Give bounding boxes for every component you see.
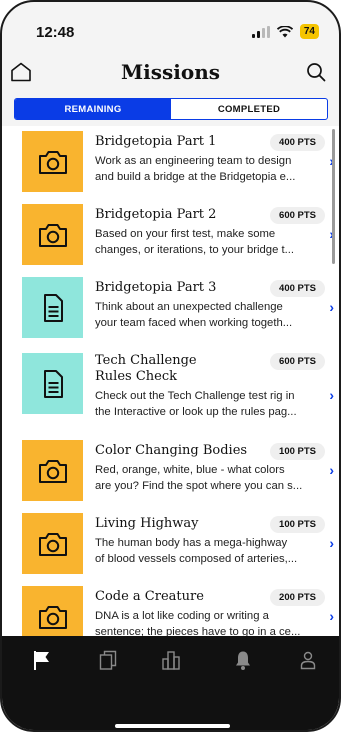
document-icon xyxy=(43,369,63,398)
mission-description: Work as an engineering team to design and… xyxy=(95,155,296,183)
mission-title: Bridgetopia Part 2 xyxy=(95,207,217,222)
mission-description: Think about an unexpected challenge your … xyxy=(95,301,293,329)
tab-notifications[interactable] xyxy=(229,646,257,674)
points-badge: 100 PTS xyxy=(270,516,325,533)
status-bar: 12:48 74 xyxy=(2,2,339,62)
chevron-right-icon: › xyxy=(329,608,334,624)
mission-thumbnail xyxy=(22,277,83,338)
mission-card[interactable]: Bridgetopia Part 1 400 PTS Work as an en… xyxy=(2,126,339,199)
tab-profile[interactable] xyxy=(294,646,322,674)
mission-card[interactable]: Tech Challenge Rules Check 600 PTS Check… xyxy=(2,345,339,435)
camera-icon xyxy=(38,605,67,629)
page-title: Missions xyxy=(121,60,220,84)
chevron-right-icon: › xyxy=(329,299,334,315)
tab-bar xyxy=(2,636,339,730)
flag-icon xyxy=(34,651,49,670)
profile-icon xyxy=(300,651,316,670)
mission-card[interactable]: Bridgetopia Part 3 400 PTS Think about a… xyxy=(2,272,339,345)
mission-thumbnail xyxy=(22,513,83,574)
camera-icon xyxy=(38,459,67,483)
mission-thumbnail xyxy=(22,586,83,636)
mission-title: Tech Challenge Rules Check xyxy=(95,353,197,384)
mission-card[interactable]: Code a Creature 200 PTS DNA is a lot lik… xyxy=(2,581,339,636)
cards-icon xyxy=(99,650,117,670)
mission-title: Code a Creature xyxy=(95,589,204,604)
mission-title: Color Changing Bodies xyxy=(95,443,248,458)
document-icon xyxy=(43,293,63,322)
mission-thumbnail xyxy=(22,440,83,501)
points-badge: 400 PTS xyxy=(270,280,325,297)
camera-icon xyxy=(38,532,67,556)
camera-icon xyxy=(38,223,67,247)
battery-badge: 74 xyxy=(299,24,319,39)
mission-thumbnail xyxy=(22,353,83,414)
tab-missions[interactable] xyxy=(28,646,56,674)
mission-description: The human body has a mega-highway of bloo… xyxy=(95,537,298,565)
mission-description: Check out the Tech Challenge test rig in… xyxy=(95,390,297,418)
status-time: 12:48 xyxy=(36,24,75,41)
building-icon xyxy=(162,651,180,670)
camera-icon xyxy=(38,150,67,174)
phone-screen: 12:48 74 Missions REMAINING COMPLETED Br… xyxy=(0,0,341,732)
tab-exhibits[interactable] xyxy=(157,646,185,674)
points-badge: 600 PTS xyxy=(270,207,325,224)
signal-icon xyxy=(251,25,270,38)
chevron-right-icon: › xyxy=(329,535,334,551)
home-indicator[interactable] xyxy=(115,724,230,728)
bell-icon xyxy=(236,651,250,670)
mission-description: DNA is a lot like coding or writing a sen… xyxy=(95,610,301,636)
chevron-right-icon: › xyxy=(329,462,334,478)
mission-list: Bridgetopia Part 1 400 PTS Work as an en… xyxy=(2,126,339,636)
points-badge: 200 PTS xyxy=(270,589,325,606)
tab-completed[interactable]: COMPLETED xyxy=(171,99,327,119)
mission-title: Living Highway xyxy=(95,516,199,531)
mission-card[interactable]: Bridgetopia Part 2 600 PTS Based on your… xyxy=(2,199,339,272)
mission-description: Based on your first test, make some chang… xyxy=(95,228,295,256)
wifi-icon xyxy=(276,25,293,37)
mission-description: Red, orange, white, blue - what colors ar… xyxy=(95,464,303,492)
mission-card[interactable]: Living Highway 100 PTS The human body ha… xyxy=(2,508,339,581)
status-indicators: 74 xyxy=(251,24,319,39)
points-badge: 600 PTS xyxy=(270,353,325,370)
mission-title: Bridgetopia Part 3 xyxy=(95,280,217,295)
tab-remaining[interactable]: REMAINING xyxy=(15,99,171,119)
chevron-right-icon: › xyxy=(329,387,334,403)
mission-thumbnail xyxy=(22,204,83,265)
points-badge: 100 PTS xyxy=(270,443,325,460)
points-badge: 400 PTS xyxy=(270,134,325,151)
mission-thumbnail xyxy=(22,131,83,192)
mission-title: Bridgetopia Part 1 xyxy=(95,134,217,149)
header: Missions xyxy=(2,58,339,94)
tab-cards[interactable] xyxy=(94,646,122,674)
mission-card[interactable]: Color Changing Bodies 100 PTS Red, orang… xyxy=(2,435,339,508)
search-icon[interactable] xyxy=(304,60,328,84)
scrollbar[interactable] xyxy=(332,129,335,264)
segmented-tabs: REMAINING COMPLETED xyxy=(14,98,328,120)
